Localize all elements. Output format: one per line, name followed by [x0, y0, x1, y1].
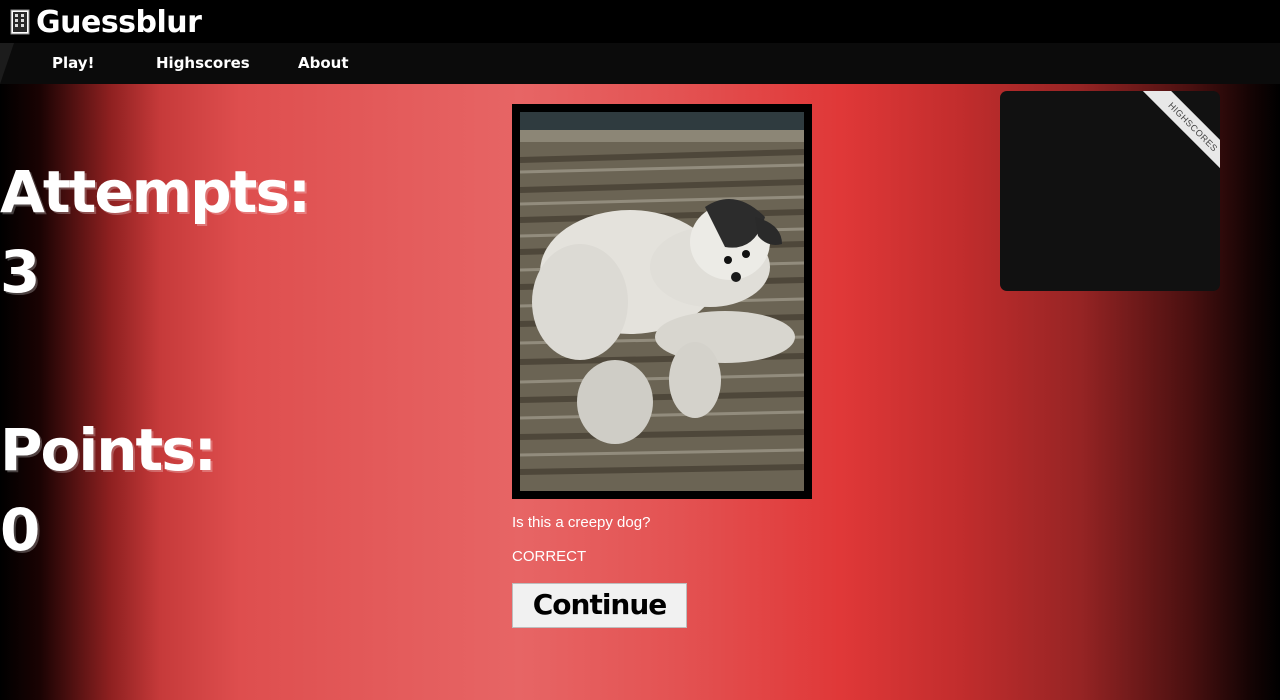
building-icon [10, 9, 30, 35]
question-text: Is this a creepy dog? [512, 514, 651, 531]
result-text: CORRECT [512, 548, 587, 565]
top-bar: Guessblur [0, 0, 1280, 43]
points-value: 0 [0, 496, 40, 564]
app-title: Guessblur [36, 4, 202, 40]
brand-logo[interactable]: Guessblur [10, 3, 202, 41]
nav-item-play[interactable]: Play! [52, 43, 94, 84]
attempts-value: 3 [0, 238, 40, 306]
attempts-label: Attempts: [0, 158, 311, 226]
continue-button[interactable]: Continue [512, 583, 687, 628]
guess-image [520, 112, 804, 491]
highscores-ribbon[interactable]: HIGHSCORES [1139, 91, 1220, 181]
points-label: Points: [0, 416, 217, 484]
highscores-panel: HIGHSCORES [1000, 91, 1220, 291]
nav-corner-accent [0, 43, 14, 84]
guess-image-frame [512, 104, 812, 499]
nav-item-highscores[interactable]: Highscores [156, 43, 250, 84]
nav-item-about[interactable]: About [298, 43, 349, 84]
main-nav: Play! Highscores About [0, 43, 1280, 84]
